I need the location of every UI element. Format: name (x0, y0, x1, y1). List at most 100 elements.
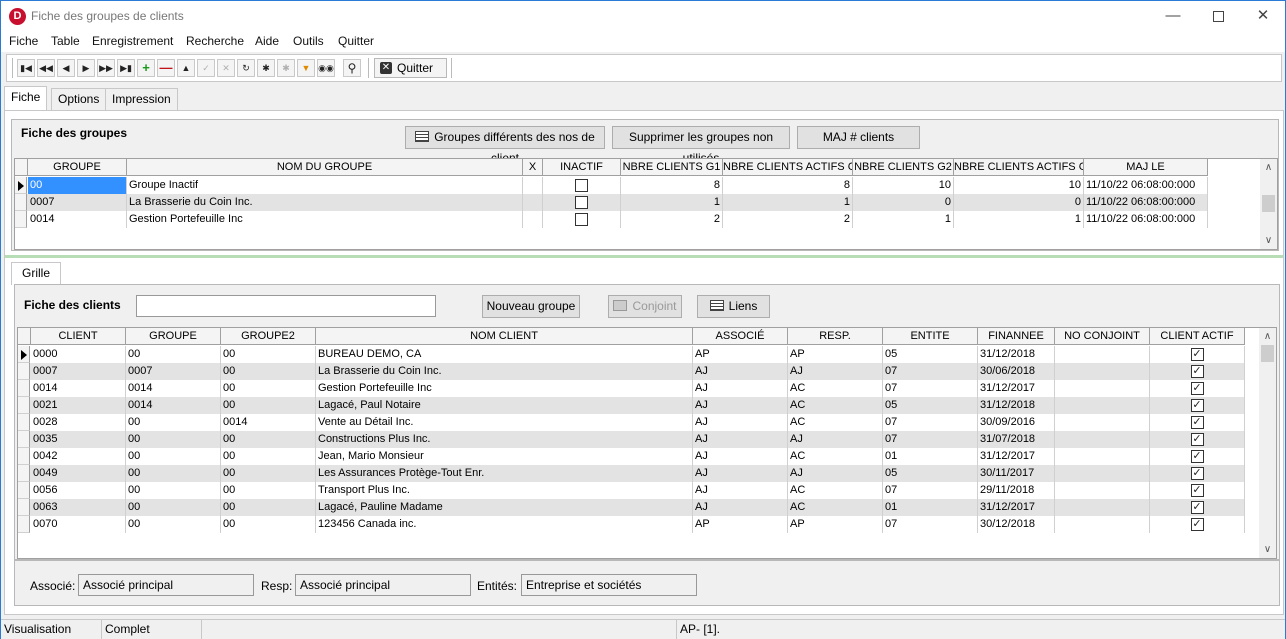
table-cell-associe[interactable]: AJ (693, 499, 788, 516)
tab-fiche[interactable]: Fiche (4, 86, 48, 110)
table-cell-nom[interactable]: Les Assurances Protège-Tout Enr. (316, 465, 693, 482)
table-cell-resp[interactable]: AC (788, 380, 883, 397)
table-cell-finannee[interactable]: 29/11/2018 (978, 482, 1055, 499)
delete-record-button[interactable]: — (157, 59, 175, 77)
table-cell-finannee[interactable]: 31/12/2017 (978, 380, 1055, 397)
table-cell-nom[interactable]: Lagacé, Paul Notaire (316, 397, 693, 414)
table-cell-actif[interactable]: ✓ (1150, 482, 1245, 499)
vertical-scrollbar[interactable]: ∧ ∨ (1259, 328, 1276, 558)
menu-table[interactable]: Table (51, 34, 80, 48)
table-cell-resp[interactable]: AC (788, 414, 883, 431)
table-cell-client[interactable]: 0014 (31, 380, 126, 397)
table-cell-nom[interactable]: Constructions Plus Inc. (316, 431, 693, 448)
table-cell-conjoint[interactable] (1055, 380, 1150, 397)
row-indicator[interactable] (18, 465, 30, 482)
table-cell-actif[interactable]: ✓ (1150, 431, 1245, 448)
table-cell-client[interactable]: 0035 (31, 431, 126, 448)
table-cell-nom[interactable]: Vente au Détail Inc. (316, 414, 693, 431)
row-indicator[interactable] (18, 363, 30, 380)
menu-fiche[interactable]: Fiche (9, 34, 38, 48)
tab-impression[interactable]: Impression (105, 88, 178, 110)
table-row[interactable]: 0000 00 00 BUREAU DEMO, CA AP AP 05 31/12/2018 ✓ (18, 346, 1245, 363)
table-row[interactable]: 0063 00 00 Lagacé, Pauline Madame AJ AC 01 31/1… (18, 499, 1245, 516)
table-cell-conjoint[interactable] (1055, 465, 1150, 482)
table-cell-inactif[interactable] (543, 211, 621, 228)
menu-quitter[interactable]: Quitter (338, 34, 374, 48)
table-row[interactable]: 0056 00 00 Transport Plus Inc. AJ AC 07 29/11/2… (18, 482, 1245, 499)
table-cell-client[interactable]: 0021 (31, 397, 126, 414)
table-cell-actif[interactable]: ✓ (1150, 516, 1245, 533)
table-cell-associe[interactable]: AJ (693, 465, 788, 482)
checkbox[interactable] (575, 213, 588, 226)
table-cell-entite[interactable]: 01 (883, 499, 978, 516)
table-cell-associe[interactable]: AJ (693, 363, 788, 380)
column-header[interactable]: CLIENT ACTIF (1150, 328, 1245, 345)
row-indicator[interactable] (18, 397, 30, 414)
checkbox[interactable] (575, 196, 588, 209)
column-header[interactable]: GROUPE (126, 328, 221, 345)
table-cell-ag2[interactable]: 10 (954, 177, 1084, 194)
column-header[interactable]: NBRE CLIENTS ACTIFS G1 (723, 159, 853, 176)
table-cell-client[interactable]: 0000 (31, 346, 126, 363)
checkbox[interactable]: ✓ (1190, 467, 1204, 480)
table-cell-conjoint[interactable] (1055, 499, 1150, 516)
table-cell-resp[interactable]: AC (788, 397, 883, 414)
table-cell-client[interactable]: 0028 (31, 414, 126, 431)
table-cell-groupe[interactable]: 00 (126, 431, 221, 448)
refresh-button[interactable]: ↻ (237, 59, 255, 77)
table-cell-finannee[interactable]: 31/12/2018 (978, 397, 1055, 414)
delete-unused-groups-button[interactable]: Supprimer les groupes non utilisés (612, 126, 790, 165)
table-cell-actif[interactable]: ✓ (1150, 499, 1245, 516)
table-cell-entite[interactable]: 07 (883, 431, 978, 448)
table-cell-ag2[interactable]: 0 (954, 194, 1084, 211)
previous-record-button[interactable]: ◀ (57, 59, 75, 77)
first-record-button[interactable]: ▮◀ (17, 59, 35, 77)
checkbox[interactable]: ✓ (1190, 450, 1204, 463)
table-cell-finannee[interactable]: 31/12/2017 (978, 499, 1055, 516)
spouse-button[interactable]: Conjoint (608, 295, 682, 318)
table-cell-finannee[interactable]: 30/09/2016 (978, 414, 1055, 431)
table-cell-entite[interactable]: 05 (883, 465, 978, 482)
table-cell-groupe2[interactable]: 00 (221, 380, 316, 397)
table-cell-groupe2[interactable]: 00 (221, 465, 316, 482)
column-header[interactable]: FINANNEE (978, 328, 1055, 345)
table-cell-associe[interactable]: AJ (693, 431, 788, 448)
checkbox[interactable]: ✓ (1190, 399, 1204, 412)
table-cell-entite[interactable]: 05 (883, 346, 978, 363)
table-cell-resp[interactable]: AC (788, 482, 883, 499)
table-cell-groupe2[interactable]: 00 (221, 431, 316, 448)
table-cell-x[interactable] (523, 194, 543, 211)
tab-options[interactable]: Options (51, 88, 107, 110)
table-cell-resp[interactable]: AJ (788, 363, 883, 380)
table-cell-g2[interactable]: 10 (853, 177, 954, 194)
table-cell-g2[interactable]: 0 (853, 194, 954, 211)
table-cell-nom[interactable]: Gestion Portefeuille Inc (316, 380, 693, 397)
table-row[interactable]: 0049 00 00 Les Assurances Protège-Tout Enr.… (18, 465, 1245, 482)
update-clients-button[interactable]: MAJ # clients (797, 126, 920, 149)
table-cell-x[interactable] (523, 211, 543, 228)
table-cell-conjoint[interactable] (1055, 414, 1150, 431)
table-row[interactable]: 0070 00 00 123456 Canada inc. AP AP 07 30/12/20… (18, 516, 1245, 533)
table-cell-groupe[interactable]: 00 (126, 499, 221, 516)
checkbox[interactable]: ✓ (1190, 416, 1204, 429)
table-cell-nom[interactable]: Transport Plus Inc. (316, 482, 693, 499)
checkbox[interactable] (575, 179, 588, 192)
row-indicator[interactable] (18, 482, 30, 499)
table-cell-actif[interactable]: ✓ (1150, 380, 1245, 397)
table-cell-entite[interactable]: 07 (883, 482, 978, 499)
table-cell-groupe[interactable]: 00 (126, 465, 221, 482)
column-header[interactable]: NO CONJOINT (1055, 328, 1150, 345)
table-cell-g1[interactable]: 2 (621, 211, 723, 228)
table-cell-client[interactable]: 0070 (31, 516, 126, 533)
close-button[interactable]: ✕ (1240, 3, 1286, 29)
table-cell-entite[interactable]: 07 (883, 363, 978, 380)
table-cell-conjoint[interactable] (1055, 397, 1150, 414)
checkbox[interactable]: ✓ (1190, 433, 1204, 446)
clients-search-input[interactable] (136, 295, 436, 317)
table-row[interactable]: 0028 00 0014 Vente au Détail Inc. AJ AC 07 30/0… (18, 414, 1245, 431)
binoculars-icon[interactable]: ◉◉ (317, 59, 335, 77)
table-cell-groupe[interactable]: 00 (126, 482, 221, 499)
previous-page-button[interactable]: ◀◀ (37, 59, 55, 77)
table-cell-associe[interactable]: AJ (693, 448, 788, 465)
confirm-button[interactable]: ✓ (197, 59, 215, 77)
